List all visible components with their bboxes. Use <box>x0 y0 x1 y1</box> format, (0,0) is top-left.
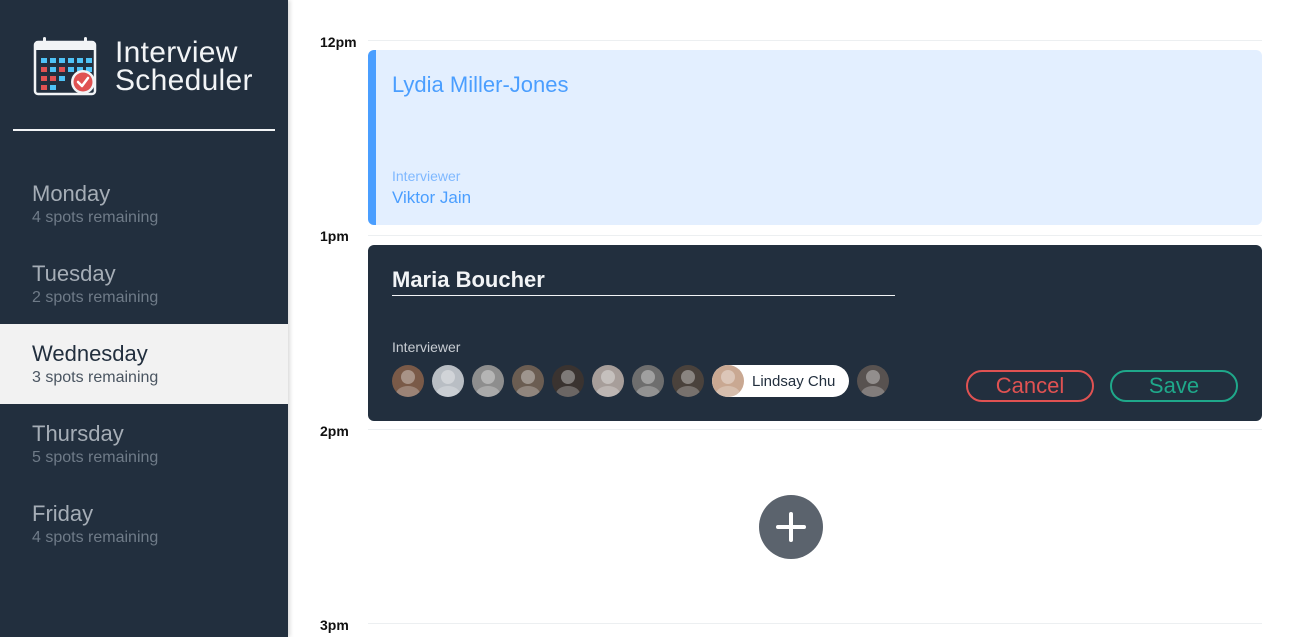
hour-divider <box>368 623 1262 624</box>
day-item-wednesday[interactable]: Wednesday 3 spots remaining <box>0 324 288 404</box>
interviewer-avatar[interactable] <box>392 365 424 397</box>
appointment-card: Lydia Miller-Jones Interviewer Viktor Ja… <box>368 50 1262 225</box>
sidebar: Interview Scheduler Monday 4 spots remai… <box>0 0 288 637</box>
interviewer-avatar[interactable] <box>512 365 544 397</box>
hour-divider <box>368 235 1262 236</box>
cancel-button[interactable]: Cancel <box>966 370 1094 402</box>
brand: Interview Scheduler <box>33 36 253 98</box>
interviewer-avatar <box>712 365 744 397</box>
interviewer-name: Viktor Jain <box>392 188 472 207</box>
calendar-check-icon <box>33 37 97 96</box>
interviewer-avatar[interactable] <box>432 365 464 397</box>
interviewer-avatar[interactable] <box>552 365 584 397</box>
interviewer-list: Lindsay Chu <box>392 365 897 397</box>
interviewer-avatar[interactable] <box>857 365 890 397</box>
day-name: Friday <box>32 501 94 526</box>
day-name: Tuesday <box>32 261 116 286</box>
day-item-tuesday[interactable]: Tuesday 2 spots remaining <box>0 244 288 324</box>
selected-interviewer-name: Lindsay Chu <box>752 372 836 390</box>
time-label-12pm: 12pm <box>320 34 357 50</box>
interviewer-avatar[interactable] <box>632 365 664 397</box>
time-label-2pm: 2pm <box>320 423 349 439</box>
interviewer-label: Interviewer <box>392 168 461 184</box>
day-spots: 5 spots remaining <box>32 449 159 466</box>
interviewer-avatar[interactable] <box>592 365 624 397</box>
day-spots: 2 spots remaining <box>32 289 159 306</box>
day-name: Wednesday <box>32 341 148 366</box>
plus-icon <box>776 512 806 542</box>
day-spots: 4 spots remaining <box>32 209 159 226</box>
sidebar-divider <box>13 129 275 131</box>
save-button[interactable]: Save <box>1110 370 1238 402</box>
appointment-form: Interviewer Lindsay Chu Cancel Save <box>368 245 1262 421</box>
day-name: Monday <box>32 181 111 206</box>
day-list: Monday 4 spots remaining Tuesday 2 spots… <box>0 164 288 564</box>
student-name: Lydia Miller-Jones <box>392 72 569 97</box>
hour-divider <box>368 40 1262 41</box>
app-title: Interview Scheduler <box>115 36 253 97</box>
add-appointment-button[interactable] <box>759 495 823 559</box>
app-root: Interview Scheduler Monday 4 spots remai… <box>0 0 1294 637</box>
day-spots: 4 spots remaining <box>32 529 159 546</box>
day-item-monday[interactable]: Monday 4 spots remaining <box>0 164 288 244</box>
hour-divider <box>368 429 1262 430</box>
day-spots: 3 spots remaining <box>32 369 159 386</box>
time-label-1pm: 1pm <box>320 228 349 244</box>
app-title-line1: Interview <box>115 36 238 69</box>
schedule: 12pm Lydia Miller-Jones Interviewer Vikt… <box>288 0 1294 637</box>
day-item-thursday[interactable]: Thursday 5 spots remaining <box>0 404 288 484</box>
interviewer-selected[interactable]: Lindsay Chu <box>712 365 850 397</box>
interviewer-avatar[interactable] <box>472 365 504 397</box>
interviewer-heading: Interviewer <box>392 339 461 355</box>
app-title-line2: Scheduler <box>115 64 253 97</box>
interviewer-avatar[interactable] <box>672 365 704 397</box>
day-name: Thursday <box>32 421 124 446</box>
time-label-3pm: 3pm <box>320 617 349 633</box>
day-item-friday[interactable]: Friday 4 spots remaining <box>0 484 288 564</box>
student-name-input[interactable] <box>392 265 895 296</box>
